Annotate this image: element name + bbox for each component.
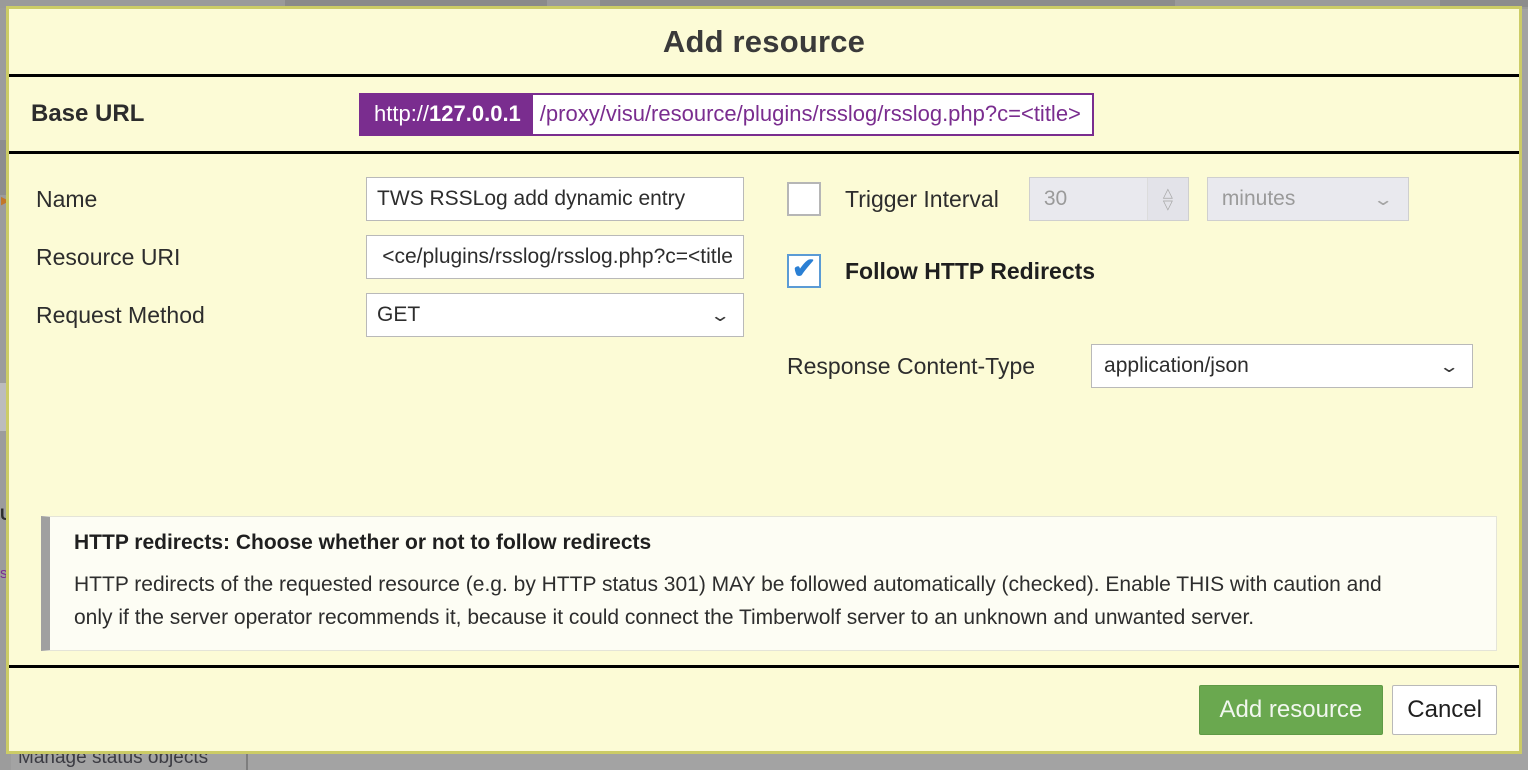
stepper-arrows-icon[interactable]: △▽ — [1147, 178, 1188, 220]
request-method-label: Request Method — [36, 302, 366, 329]
dialog-body: Name TWS RSSLog add dynamic entry Resour… — [9, 154, 1519, 516]
request-method-row: Request Method GET ⌄ — [36, 286, 769, 344]
chevron-down-icon: ⌄ — [1438, 358, 1459, 375]
info-panel-line-1: HTTP redirects of the requested resource… — [74, 568, 1476, 601]
base-url-hostname: 127.0.0.1 — [429, 101, 521, 127]
request-method-value: GET — [377, 303, 420, 327]
checkmark-icon: ✔ — [792, 255, 816, 284]
trigger-interval-label: Trigger Interval — [845, 186, 999, 213]
response-content-type-select[interactable]: application/json ⌄ — [1091, 344, 1473, 388]
trigger-interval-value: 30 — [1030, 187, 1067, 211]
follow-redirects-label: Follow HTTP Redirects — [845, 258, 1095, 285]
response-content-type-row: Response Content-Type application/json ⌄ — [787, 344, 1519, 388]
info-panel-line-2: only if the server operator recommends i… — [74, 601, 1476, 634]
trigger-interval-row: Trigger Interval 30 △▽ minutes ⌄ — [787, 170, 1519, 228]
add-resource-dialog: Add resource Base URL http://127.0.0.1 /… — [6, 6, 1522, 754]
form-left-column: Name TWS RSSLog add dynamic entry Resour… — [9, 170, 769, 516]
info-panel: HTTP redirects: Choose whether or not to… — [41, 516, 1497, 651]
base-url-scheme: http:// — [374, 101, 429, 127]
response-content-type-value: application/json — [1104, 354, 1249, 378]
request-method-select[interactable]: GET ⌄ — [366, 293, 744, 337]
follow-redirects-checkbox[interactable]: ✔ — [787, 254, 821, 288]
name-row: Name TWS RSSLog add dynamic entry — [36, 170, 769, 228]
resource-uri-label: Resource URI — [36, 244, 366, 271]
base-url-display[interactable]: http://127.0.0.1 /proxy/visu/resource/pl… — [359, 93, 1094, 136]
trigger-interval-checkbox[interactable] — [787, 182, 821, 216]
chevron-down-icon: ⌄ — [709, 307, 730, 324]
dialog-title: Add resource — [663, 24, 865, 60]
form-right-column: Trigger Interval 30 △▽ minutes ⌄ ✔ — [769, 170, 1519, 516]
name-input[interactable]: TWS RSSLog add dynamic entry — [366, 177, 744, 221]
follow-redirects-row: ✔ Follow HTTP Redirects — [787, 242, 1519, 300]
screen: ▶ U s Manage status objects Add resource… — [0, 0, 1528, 770]
response-content-type-label: Response Content-Type — [787, 353, 1035, 380]
dialog-footer: Add resource Cancel — [9, 665, 1519, 751]
info-panel-title: HTTP redirects: Choose whether or not to… — [74, 531, 1476, 555]
info-panel-wrapper: HTTP redirects: Choose whether or not to… — [9, 516, 1519, 651]
trigger-interval-unit-select[interactable]: minutes ⌄ — [1207, 177, 1409, 221]
base-url-label: Base URL — [31, 100, 359, 128]
name-label: Name — [36, 186, 366, 213]
base-url-host: http://127.0.0.1 — [361, 95, 533, 134]
trigger-interval-unit-value: minutes — [1222, 187, 1296, 211]
base-url-row: Base URL http://127.0.0.1 /proxy/visu/re… — [9, 77, 1519, 154]
resource-uri-row: Resource URI ce/plugins/rsslog/rsslog.ph… — [36, 228, 769, 286]
cancel-button[interactable]: Cancel — [1392, 685, 1497, 735]
dialog-header: Add resource — [9, 9, 1519, 77]
chevron-down-icon: ⌄ — [1372, 191, 1393, 208]
add-resource-button[interactable]: Add resource — [1199, 685, 1384, 735]
trigger-interval-stepper[interactable]: 30 △▽ — [1029, 177, 1189, 221]
resource-uri-input[interactable]: ce/plugins/rsslog/rsslog.php?c=<title> — [366, 235, 744, 279]
base-url-path: /proxy/visu/resource/plugins/rsslog/rssl… — [533, 95, 1092, 134]
